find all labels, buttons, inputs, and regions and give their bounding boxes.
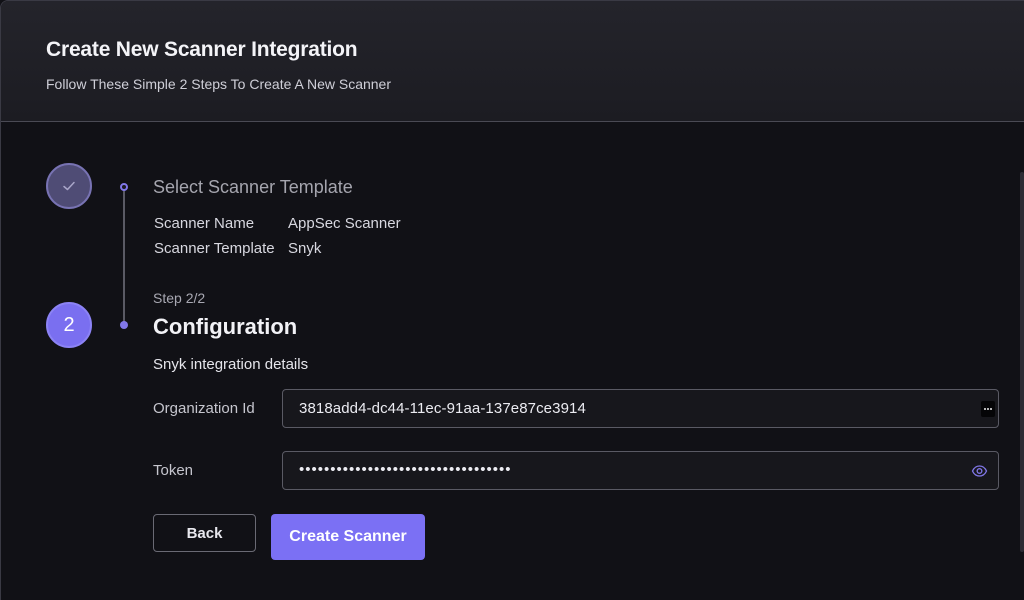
stepper-dot-step-2 bbox=[120, 321, 128, 329]
more-dots-icon[interactable] bbox=[981, 401, 995, 417]
step-counter: Step 2/2 bbox=[153, 290, 206, 306]
step-1-title: Select Scanner Template bbox=[153, 177, 353, 197]
summary-row-scanner-template: Scanner Template Snyk bbox=[154, 240, 321, 257]
stepper-dot-step-1 bbox=[120, 183, 128, 191]
stepper-connector bbox=[123, 188, 125, 325]
summary-key: Scanner Template bbox=[154, 240, 275, 257]
create-scanner-button[interactable]: Create Scanner bbox=[271, 514, 425, 560]
dialog-title: Create New Scanner Integration bbox=[46, 38, 358, 61]
eye-icon[interactable] bbox=[971, 463, 988, 479]
organization-id-value: 3818add4-dc44-11ec-91aa-137e87ce3914 bbox=[299, 400, 586, 417]
dialog-subtitle: Follow These Simple 2 Steps To Create A … bbox=[46, 76, 391, 92]
summary-value: Snyk bbox=[288, 240, 322, 257]
scrollbar[interactable] bbox=[1020, 172, 1024, 552]
create-scanner-dialog: Create New Scanner Integration Follow Th… bbox=[0, 0, 1024, 600]
summary-row-scanner-name: Scanner Name AppSec Scanner bbox=[154, 215, 401, 232]
summary-key: Scanner Name bbox=[154, 215, 255, 232]
summary-value: AppSec Scanner bbox=[288, 215, 401, 232]
organization-id-label: Organization Id bbox=[153, 400, 255, 417]
step-1-completed-indicator bbox=[46, 163, 92, 209]
organization-id-input[interactable]: 3818add4-dc44-11ec-91aa-137e87ce3914 bbox=[282, 389, 999, 428]
check-icon bbox=[63, 181, 75, 191]
dialog-header: Create New Scanner Integration Follow Th… bbox=[1, 1, 1024, 122]
step-2-indicator: 2 bbox=[46, 302, 92, 348]
token-label: Token bbox=[153, 462, 194, 479]
step-2-title: Configuration bbox=[153, 314, 298, 339]
back-button[interactable]: Back bbox=[153, 514, 256, 552]
section-label: Snyk integration details bbox=[153, 356, 309, 373]
token-value: •••••••••••••••••••••••••••••••••• bbox=[299, 461, 512, 478]
token-input[interactable]: •••••••••••••••••••••••••••••••••• bbox=[282, 451, 999, 490]
